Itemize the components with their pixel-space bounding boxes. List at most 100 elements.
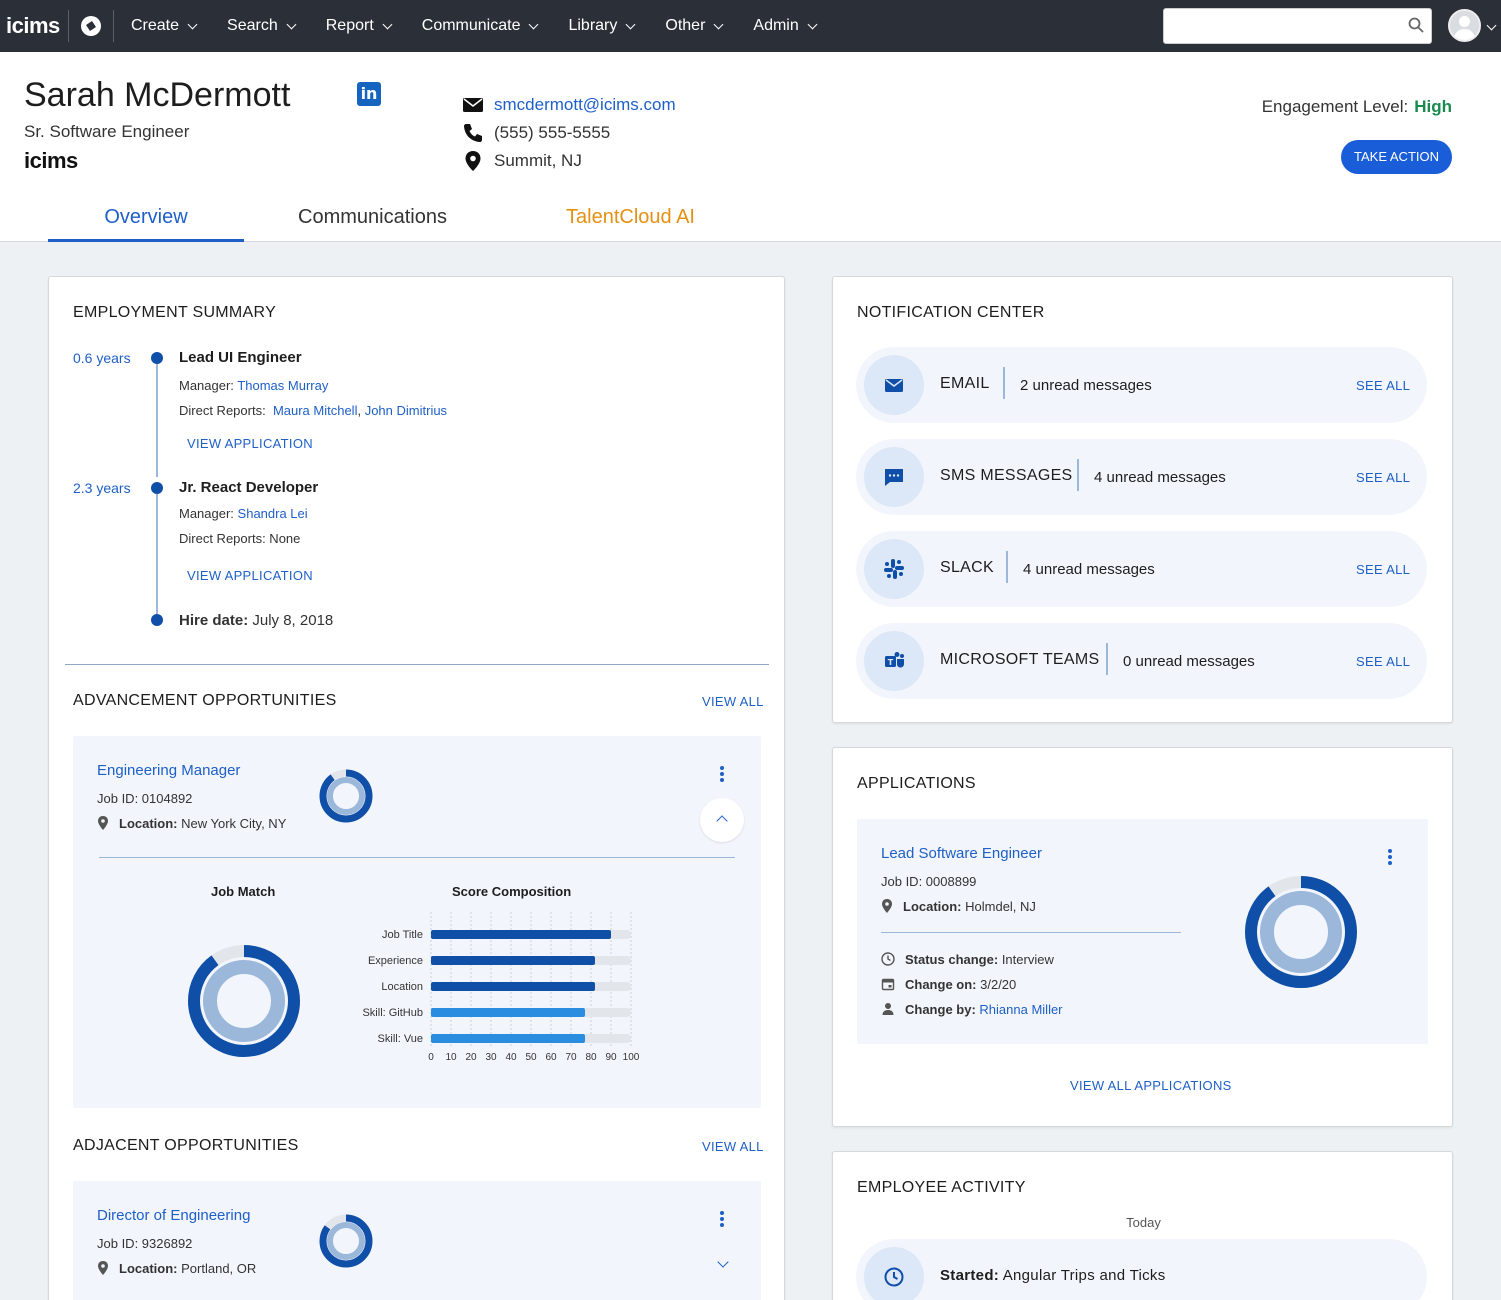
collapse-button[interactable] [700, 798, 744, 842]
employee-activity-title: EMPLOYEE ACTIVITY [857, 1179, 1026, 1196]
chevron-down-icon [382, 19, 393, 29]
email-link[interactable]: smcdermott@icims.com [494, 95, 676, 115]
tab-talentcloud-ai[interactable]: TalentCloud AI [566, 206, 695, 229]
adjacent-view-all[interactable]: VIEW ALL [702, 1139, 764, 1154]
see-all-link[interactable]: SEE ALL [1356, 654, 1410, 669]
view-application-link[interactable]: VIEW APPLICATION [187, 436, 313, 451]
user-avatar[interactable] [1448, 9, 1481, 42]
direct-reports-row: Direct Reports: None [179, 531, 301, 546]
profile-name: Sarah McDermott [24, 76, 291, 114]
nav-admin[interactable]: Admin [753, 17, 818, 35]
linkedin-icon[interactable]: in [357, 82, 381, 106]
match-donut-small [319, 1214, 373, 1268]
opportunity-title-link[interactable]: Engineering Manager [97, 762, 240, 779]
x-tick-label: 50 [525, 1052, 537, 1063]
section-divider [65, 664, 769, 665]
svg-text:T: T [888, 658, 894, 667]
profile-header: Sarah McDermott Sr. Software Engineer ic… [0, 52, 1501, 242]
more-options-icon[interactable] [720, 1211, 724, 1227]
hire-date-label: Hire date: [179, 612, 249, 629]
global-search-input[interactable] [1163, 8, 1432, 44]
notification-sms[interactable]: SMS MESSAGES 4 unread messages SEE ALL [856, 439, 1427, 515]
compass-icon[interactable] [81, 16, 101, 36]
view-application-link[interactable]: VIEW APPLICATION [187, 568, 313, 583]
job-id: Job ID: 9326892 [97, 1236, 193, 1251]
change-on-value: 3/2/20 [980, 977, 1017, 992]
x-tick-label: 80 [585, 1052, 597, 1063]
x-tick-label: 70 [565, 1052, 577, 1063]
opportunity-title-link[interactable]: Director of Engineering [97, 1207, 250, 1224]
panel-divider [99, 857, 735, 858]
timeline-line [156, 494, 158, 614]
status-change-label: Status change: [905, 952, 999, 967]
direct-report-link[interactable]: Maura Mitchell [273, 403, 358, 418]
category-label: Location [381, 981, 423, 993]
notification-teams[interactable]: T MICROSOFT TEAMS 0 unread messages SEE … [856, 623, 1427, 699]
notification-count: 0 unread messages [1123, 653, 1255, 670]
activity-item: Started: Angular Trips and Ticks [856, 1239, 1427, 1300]
profile-title: Sr. Software Engineer [24, 122, 190, 141]
location-row: Location: Portland, OR [97, 1261, 256, 1276]
timeline-dot [151, 614, 163, 626]
bar [431, 1034, 585, 1043]
advancement-view-all[interactable]: VIEW ALL [702, 694, 764, 709]
job-match-label: Job Match [211, 884, 276, 899]
more-options-icon[interactable] [1388, 849, 1392, 865]
location-pin-icon [882, 899, 892, 913]
icims-logo[interactable]: icims [6, 13, 64, 39]
tab-overview[interactable]: Overview [48, 206, 244, 242]
location-pin-icon [465, 151, 481, 171]
nav-report[interactable]: Report [326, 17, 393, 35]
application-title-link[interactable]: Lead Software Engineer [881, 845, 1042, 862]
nav-library[interactable]: Library [568, 17, 636, 35]
change-by-link[interactable]: Rhianna Miller [979, 1002, 1062, 1017]
notification-center-title: NOTIFICATION CENTER [857, 304, 1045, 321]
chevron-down-icon [286, 19, 297, 29]
notification-slack[interactable]: SLACK 4 unread messages SEE ALL [856, 531, 1427, 607]
advancement-opportunity-panel: Engineering Manager Job ID: 0104892 Loca… [73, 736, 761, 1108]
manager-label: Manager: [179, 378, 234, 393]
manager-row: Manager: Thomas Murray [179, 378, 328, 393]
tab-communications[interactable]: Communications [298, 206, 447, 229]
change-on-row: Change on: 3/2/20 [881, 977, 1016, 992]
nav-create[interactable]: Create [131, 17, 198, 35]
notification-divider [1077, 459, 1079, 491]
mail-icon [864, 355, 924, 415]
employment-card: EMPLOYMENT SUMMARY 0.6 years Lead UI Eng… [48, 276, 785, 1300]
x-tick-label: 0 [428, 1052, 434, 1063]
direct-report-link[interactable]: John Dimitrius [365, 403, 447, 418]
activity-day-label: Today [1126, 1215, 1161, 1230]
chevron-down-icon [529, 19, 539, 29]
nav-communicate[interactable]: Communicate [422, 17, 539, 35]
notification-count: 4 unread messages [1023, 561, 1155, 578]
bar [431, 1008, 585, 1017]
timeline-dot [151, 352, 163, 364]
notification-divider [1006, 551, 1008, 583]
company-logo: icims [24, 148, 78, 173]
take-action-button[interactable]: TAKE ACTION [1341, 140, 1452, 174]
search-icon[interactable] [1408, 17, 1424, 33]
more-options-icon[interactable] [720, 766, 724, 782]
notification-divider [1106, 643, 1108, 675]
direct-reports-label: Direct Reports: [179, 403, 266, 418]
manager-link[interactable]: Thomas Murray [237, 378, 328, 393]
view-all-applications-link[interactable]: VIEW ALL APPLICATIONS [1070, 1078, 1232, 1093]
notification-count: 4 unread messages [1094, 469, 1226, 486]
expand-chevron-down-icon[interactable] [717, 1256, 729, 1268]
notification-name: SLACK [940, 559, 994, 576]
nav-divider [113, 10, 114, 42]
nav-other[interactable]: Other [665, 17, 724, 35]
score-composition-chart: 0 10 20 30 40 50 60 70 80 90 100 Job Title Experienc… [362, 912, 640, 1063]
nav-search[interactable]: Search [227, 17, 297, 35]
see-all-link[interactable]: SEE ALL [1356, 562, 1410, 577]
location-value: Portland, OR [181, 1261, 257, 1276]
see-all-link[interactable]: SEE ALL [1356, 378, 1410, 393]
x-tick-label: 60 [545, 1052, 557, 1063]
notification-email[interactable]: EMAIL 2 unread messages SEE ALL [856, 347, 1427, 423]
see-all-link[interactable]: SEE ALL [1356, 470, 1410, 485]
manager-link[interactable]: Shandra Lei [238, 506, 308, 521]
chevron-down-icon [625, 19, 636, 29]
notification-count: 2 unread messages [1020, 377, 1152, 394]
location-value: New York City, NY [181, 816, 287, 831]
status-change-value: Interview [1001, 952, 1054, 967]
